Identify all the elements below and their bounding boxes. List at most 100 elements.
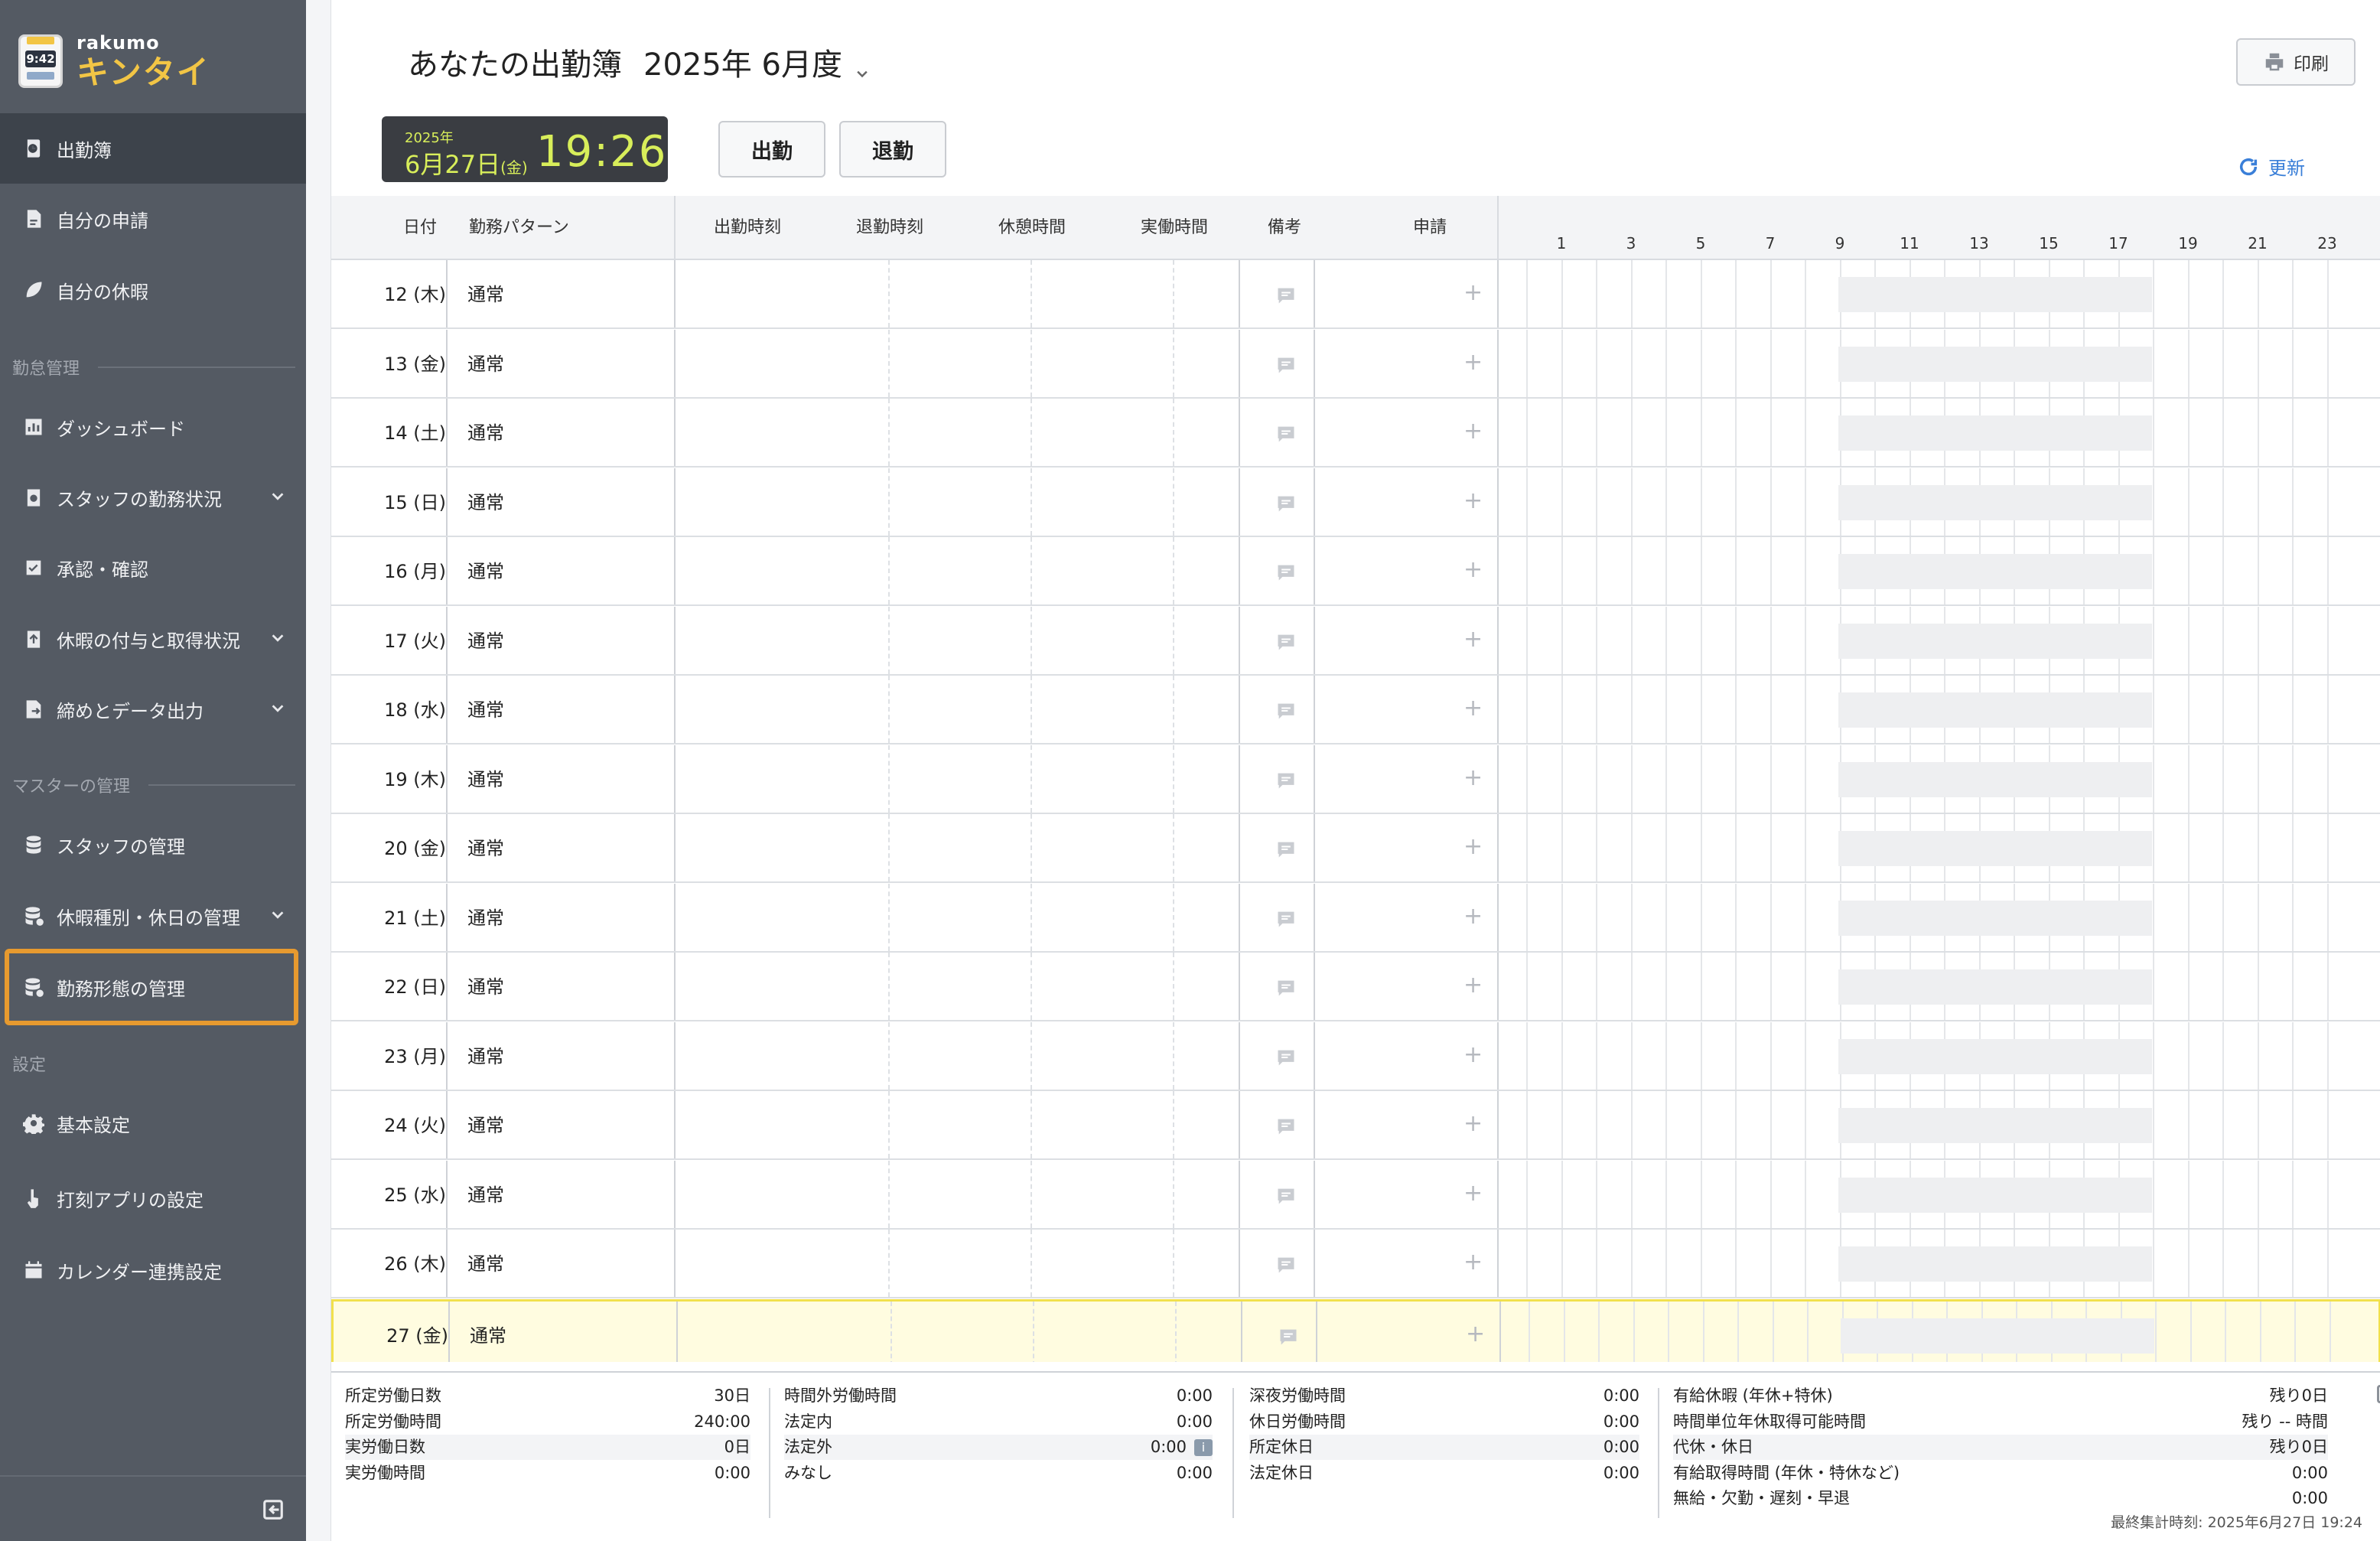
col-start: 出勤時刻 xyxy=(714,218,782,237)
table-row[interactable]: 19 (木) 通常 + xyxy=(331,744,2380,814)
sidebar-item-closing[interactable]: 締めとデータ出力 xyxy=(0,674,306,744)
comment-icon[interactable] xyxy=(1275,285,1297,306)
hour-tick: 13 xyxy=(1969,234,1989,252)
summary-item: 有給取得時間 (年休・特休など) 0:00 xyxy=(1673,1463,2328,1482)
sidebar-item-leave-type-manage[interactable]: 休暇種別・休日の管理 xyxy=(0,881,306,951)
comment-icon[interactable] xyxy=(1278,1326,1299,1347)
comment-icon[interactable] xyxy=(1275,770,1297,791)
hour-tick: 5 xyxy=(1695,234,1706,252)
row-pattern: 通常 xyxy=(467,976,504,998)
comment-icon[interactable] xyxy=(1275,839,1297,860)
sidebar-item-leave-grant[interactable]: 休暇の付与と取得状況 xyxy=(0,604,306,674)
download-icon[interactable] xyxy=(2375,1383,2380,1405)
table-row[interactable]: 13 (金) 通常 + xyxy=(331,329,2380,399)
scheduled-hours-bar xyxy=(1838,415,2152,451)
scheduled-hours-bar xyxy=(1838,692,2152,728)
table-row[interactable]: 24 (火) 通常 + xyxy=(331,1091,2380,1160)
table-row[interactable]: 25 (水) 通常 + xyxy=(331,1160,2380,1230)
section-settings: 設定 xyxy=(12,1056,47,1075)
comment-icon[interactable] xyxy=(1275,1254,1297,1275)
comment-icon[interactable] xyxy=(1275,1047,1297,1068)
add-request-icon[interactable]: + xyxy=(1463,1113,1483,1135)
add-request-icon[interactable]: + xyxy=(1463,836,1483,858)
sidebar-item-label: 自分の休暇 xyxy=(57,281,148,303)
comment-icon[interactable] xyxy=(1275,1116,1297,1137)
add-request-icon[interactable]: + xyxy=(1463,489,1483,513)
table-row[interactable]: 20 (金) 通常 + xyxy=(331,814,2380,883)
clock-out-button[interactable]: 退勤 xyxy=(839,121,946,178)
clock-in-button[interactable]: 出勤 xyxy=(718,121,825,178)
sidebar-item-calendar-settings[interactable]: カレンダー連携設定 xyxy=(0,1235,306,1305)
comment-icon[interactable] xyxy=(1275,700,1297,722)
sidebar-item-work-style-manage[interactable]: 勤務形態の管理 xyxy=(5,949,298,1025)
comment-icon[interactable] xyxy=(1275,908,1297,930)
table-row[interactable]: 22 (日) 通常 + xyxy=(331,953,2380,1021)
summary-item: 深夜労働時間 0:00 xyxy=(1249,1386,1639,1405)
add-request-icon[interactable]: + xyxy=(1463,282,1483,305)
sidebar-item-approval[interactable]: 承認・確認 xyxy=(0,533,306,603)
comment-icon[interactable] xyxy=(1275,1185,1297,1207)
row-pattern: 通常 xyxy=(467,1115,504,1136)
chevron-down-icon[interactable] xyxy=(269,630,286,647)
col-request: 申請 xyxy=(1413,218,1447,237)
comment-icon[interactable] xyxy=(1275,562,1297,583)
summary-item: 所定労働日数 30日 xyxy=(345,1386,750,1405)
sidebar-item-dashboard[interactable]: ダッシュボード xyxy=(0,392,306,462)
add-request-icon[interactable]: + xyxy=(1466,1322,1485,1346)
comment-icon[interactable] xyxy=(1275,977,1297,999)
col-end: 退勤時刻 xyxy=(856,218,924,237)
comment-icon[interactable] xyxy=(1275,423,1297,445)
table-row[interactable]: 14 (土) 通常 + xyxy=(331,399,2380,468)
comment-icon[interactable] xyxy=(1275,354,1297,376)
table-row[interactable]: 26 (木) 通常 + xyxy=(331,1230,2380,1298)
table-row-today[interactable]: 27 (金) 通常 + xyxy=(331,1298,2380,1362)
table-row[interactable]: 21 (土) 通常 + xyxy=(331,883,2380,953)
chevron-down-icon[interactable] xyxy=(269,488,286,505)
add-request-icon[interactable]: + xyxy=(1463,904,1483,928)
sidebar-item-basic-settings[interactable]: 基本設定 xyxy=(0,1088,306,1158)
sidebar: 9:42 rakumo キンタイ 出勤簿 自分の申請 自分の休暇 勤怠管理 ダッ… xyxy=(0,0,306,1541)
refresh-link[interactable]: 更新 xyxy=(2238,153,2305,180)
clipboard-upload-icon xyxy=(23,628,44,650)
col-date: 日付 xyxy=(403,218,438,237)
add-request-icon[interactable]: + xyxy=(1463,350,1483,374)
add-request-icon[interactable]: + xyxy=(1463,1043,1483,1067)
sidebar-item-staff-manage[interactable]: スタッフの管理 xyxy=(0,810,306,880)
add-request-icon[interactable]: + xyxy=(1463,974,1483,997)
logo-product: キンタイ xyxy=(77,54,210,91)
table-row[interactable]: 15 (日) 通常 + xyxy=(331,468,2380,537)
table-row[interactable]: 12 (木) 通常 + xyxy=(331,260,2380,329)
comment-icon[interactable] xyxy=(1275,493,1297,514)
sidebar-item-my-leave[interactable]: 自分の休暇 xyxy=(0,255,306,325)
comment-icon[interactable] xyxy=(1275,631,1297,653)
table-row[interactable]: 18 (水) 通常 + xyxy=(331,676,2380,744)
add-request-icon[interactable]: + xyxy=(1463,1251,1483,1274)
row-date: 19 (木) xyxy=(384,768,446,790)
sidebar-item-my-requests[interactable]: 自分の申請 xyxy=(0,184,306,254)
chevron-down-icon[interactable] xyxy=(855,54,870,78)
chevron-down-icon[interactable] xyxy=(269,907,286,924)
table-row[interactable]: 23 (月) 通常 + xyxy=(331,1021,2380,1091)
add-request-icon[interactable]: + xyxy=(1463,420,1483,443)
info-icon[interactable]: i xyxy=(1194,1439,1213,1456)
add-request-icon[interactable]: + xyxy=(1463,627,1483,651)
month-selector[interactable]: 2025年 6月度 xyxy=(643,40,842,84)
app-logo[interactable]: 9:42 rakumo キンタイ xyxy=(18,31,210,92)
sidebar-item-label: スタッフの管理 xyxy=(57,836,185,858)
table-row[interactable]: 17 (火) 通常 + xyxy=(331,606,2380,676)
table-row[interactable]: 16 (月) 通常 + xyxy=(331,537,2380,606)
summary-item: 時間外労働時間 0:00 xyxy=(784,1386,1213,1405)
print-button[interactable]: 印刷 xyxy=(2236,38,2356,86)
sidebar-divider xyxy=(0,1475,306,1477)
database-icon xyxy=(23,834,44,855)
add-request-icon[interactable]: + xyxy=(1463,766,1483,790)
sidebar-item-stamp-app-settings[interactable]: 打刻アプリの設定 xyxy=(0,1163,306,1233)
sidebar-item-staff-status[interactable]: スタッフの勤務状況 xyxy=(0,462,306,533)
add-request-icon[interactable]: + xyxy=(1463,1181,1483,1205)
collapse-sidebar-icon[interactable] xyxy=(262,1498,285,1521)
sidebar-item-attendance[interactable]: 出勤簿 xyxy=(0,113,306,184)
chevron-down-icon[interactable] xyxy=(269,700,286,717)
summary-item: 時間単位年休取得可能時間 残り -- 時間 xyxy=(1673,1412,2328,1431)
add-request-icon[interactable]: + xyxy=(1463,697,1483,720)
add-request-icon[interactable]: + xyxy=(1463,559,1483,582)
